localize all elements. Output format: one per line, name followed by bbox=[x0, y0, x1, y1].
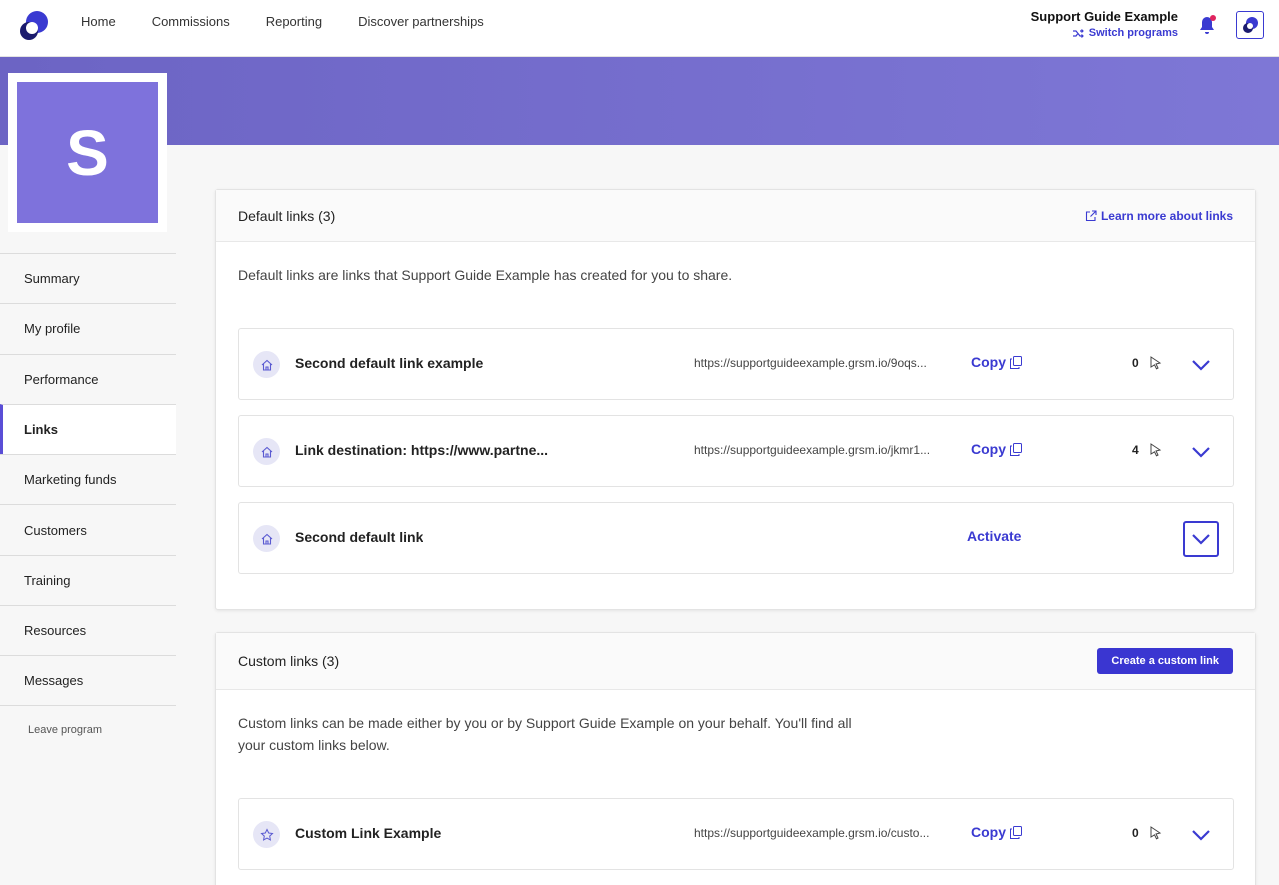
nav-reporting[interactable]: Reporting bbox=[248, 14, 340, 29]
copy-link-button[interactable]: Copy bbox=[971, 824, 1022, 840]
link-name: Second default link bbox=[295, 529, 424, 545]
copy-label: Copy bbox=[971, 441, 1006, 457]
shuffle-icon bbox=[1072, 28, 1084, 38]
cursor-click-icon bbox=[1150, 356, 1162, 370]
copy-link-button[interactable]: Copy bbox=[971, 441, 1022, 457]
click-count: 4 bbox=[1132, 443, 1139, 457]
nav-discover-partnerships[interactable]: Discover partnerships bbox=[340, 14, 502, 29]
leave-program-link[interactable]: Leave program bbox=[28, 724, 102, 736]
sidebar-item-customers[interactable]: Customers bbox=[0, 504, 176, 554]
user-avatar-icon bbox=[1243, 17, 1258, 33]
custom-links-description: Custom links can be made either by you o… bbox=[238, 715, 852, 753]
copy-icon bbox=[1010, 442, 1022, 456]
profile-initial: S bbox=[17, 82, 158, 223]
switch-programs-label: Switch programs bbox=[1088, 27, 1178, 39]
user-avatar-button[interactable] bbox=[1236, 11, 1264, 39]
link-name: Link destination: https://www.partne... bbox=[295, 442, 549, 458]
sidebar-item-training[interactable]: Training bbox=[0, 554, 176, 605]
link-row: Second default link example https://supp… bbox=[238, 328, 1234, 400]
activate-link-button[interactable]: Activate bbox=[967, 528, 1021, 544]
custom-links-title: Custom links (3) bbox=[238, 653, 340, 669]
copy-link-button[interactable]: Copy bbox=[971, 354, 1022, 370]
sidebar: Summary My profile Performance Links Mar… bbox=[0, 253, 176, 736]
sidebar-item-performance[interactable]: Performance bbox=[0, 353, 176, 404]
learn-more-label: Learn more about links bbox=[1100, 208, 1233, 223]
custom-links-header: Custom links (3) Create a custom link bbox=[216, 633, 1255, 690]
app-logo-icon[interactable] bbox=[19, 9, 49, 41]
link-name: Custom Link Example bbox=[295, 825, 442, 841]
external-link-icon bbox=[1085, 209, 1097, 221]
default-links-card: Default links (3) Learn more about links… bbox=[215, 189, 1256, 610]
link-row: Custom Link Example https://supportguide… bbox=[238, 798, 1234, 870]
main-nav: Home Commissions Reporting Discover part… bbox=[63, 0, 502, 42]
link-name: Second default link example bbox=[295, 355, 484, 371]
nav-commissions[interactable]: Commissions bbox=[134, 14, 248, 29]
copy-label: Copy bbox=[971, 824, 1006, 840]
sidebar-item-links[interactable]: Links bbox=[0, 403, 176, 455]
profile-banner bbox=[0, 57, 1279, 145]
chevron-down-icon bbox=[1192, 534, 1210, 545]
cursor-click-icon bbox=[1150, 443, 1162, 457]
link-url: https://supportguideexample.grsm.io/jkmr… bbox=[694, 443, 931, 457]
copy-icon bbox=[1010, 825, 1022, 839]
link-url: https://supportguideexample.grsm.io/cust… bbox=[694, 826, 930, 840]
home-icon bbox=[253, 438, 280, 465]
home-icon bbox=[253, 351, 280, 378]
custom-links-card: Custom links (3) Create a custom link Cu… bbox=[215, 632, 1256, 885]
top-nav: Home Commissions Reporting Discover part… bbox=[0, 0, 1279, 57]
link-row: Link destination: https://www.partne... … bbox=[238, 415, 1234, 487]
star-icon bbox=[253, 821, 280, 848]
chevron-down-icon bbox=[1192, 360, 1210, 371]
chevron-down-icon bbox=[1192, 830, 1210, 841]
nav-home[interactable]: Home bbox=[63, 14, 134, 29]
notifications-bell-icon[interactable] bbox=[1197, 12, 1219, 36]
link-row: Second default link Activate bbox=[238, 502, 1234, 574]
copy-label: Copy bbox=[971, 354, 1006, 370]
profile-avatar: S bbox=[8, 73, 167, 232]
sidebar-item-marketing-funds[interactable]: Marketing funds bbox=[0, 454, 176, 504]
expand-row-button[interactable] bbox=[1183, 347, 1219, 383]
default-links-header: Default links (3) Learn more about links bbox=[216, 190, 1255, 242]
switch-programs-link[interactable]: Switch programs bbox=[1031, 27, 1178, 39]
program-switcher: Support Guide Example Switch programs bbox=[1031, 9, 1178, 39]
sidebar-item-summary[interactable]: Summary bbox=[0, 253, 176, 303]
click-count: 0 bbox=[1132, 826, 1139, 840]
click-count: 0 bbox=[1132, 356, 1139, 370]
learn-more-links[interactable]: Learn more about links bbox=[1085, 209, 1233, 223]
create-custom-link-button[interactable]: Create a custom link bbox=[1097, 648, 1233, 674]
cursor-click-icon bbox=[1150, 826, 1162, 840]
sidebar-item-my-profile[interactable]: My profile bbox=[0, 303, 176, 353]
sidebar-item-messages[interactable]: Messages bbox=[0, 655, 176, 706]
home-icon bbox=[253, 525, 280, 552]
copy-icon bbox=[1010, 355, 1022, 369]
expand-row-button[interactable] bbox=[1183, 434, 1219, 470]
program-name: Support Guide Example bbox=[1030, 9, 1178, 24]
expand-row-button[interactable] bbox=[1183, 521, 1219, 557]
expand-row-button[interactable] bbox=[1183, 817, 1219, 853]
default-links-description: Default links are links that Support Gui… bbox=[238, 267, 733, 283]
default-links-title: Default links (3) bbox=[238, 207, 336, 224]
link-url: https://supportguideexample.grsm.io/9oqs… bbox=[694, 356, 927, 370]
chevron-down-icon bbox=[1192, 447, 1210, 458]
sidebar-item-resources[interactable]: Resources bbox=[0, 605, 176, 655]
